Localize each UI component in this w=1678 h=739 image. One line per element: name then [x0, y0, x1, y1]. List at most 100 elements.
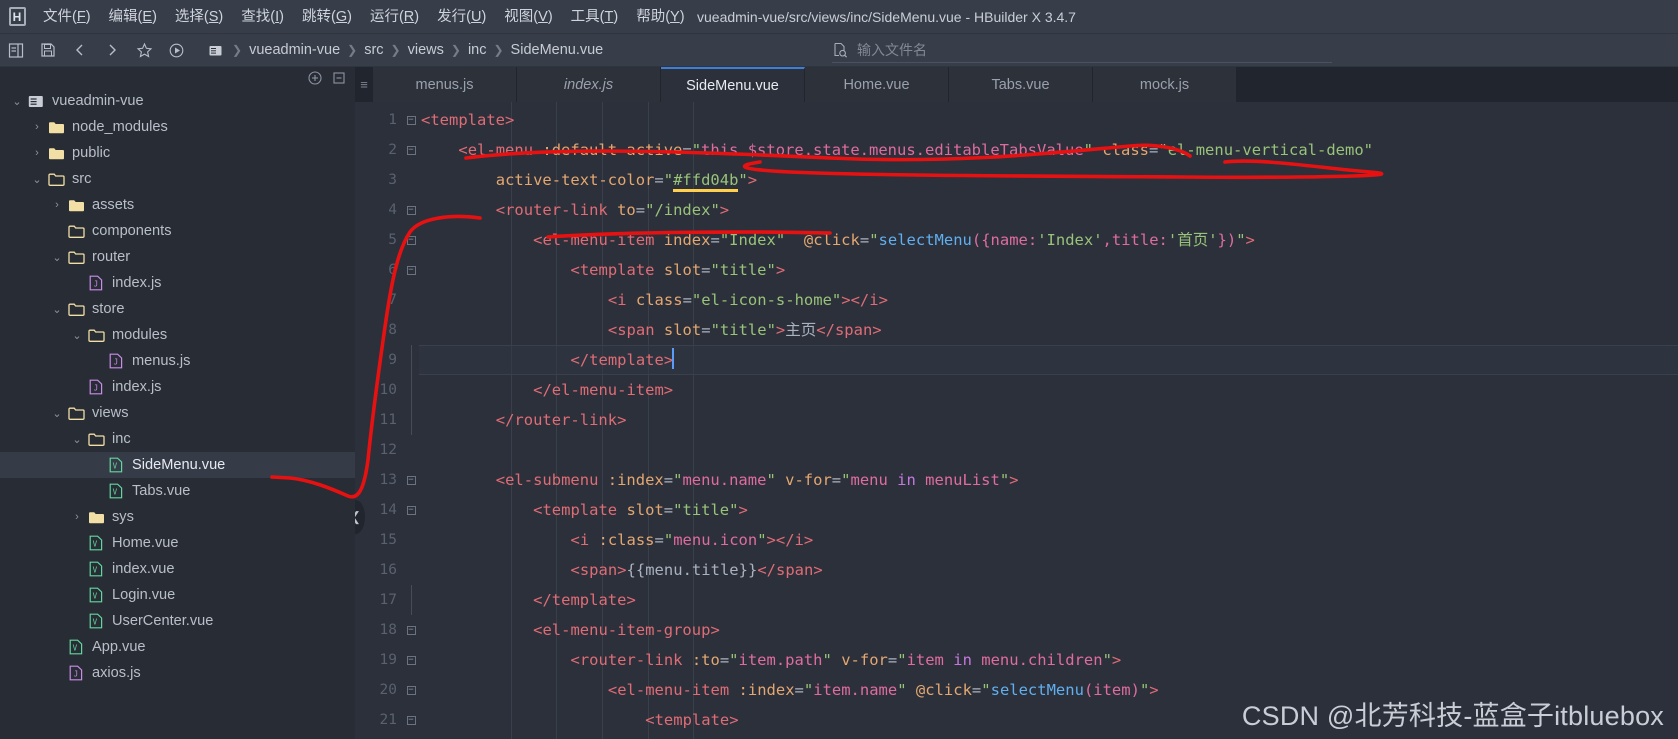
tree-item-index-js[interactable]: Jindex.js — [0, 374, 355, 400]
editor-tab-menus-js[interactable]: menus.js — [373, 67, 517, 102]
save-icon[interactable] — [32, 34, 64, 67]
code-line[interactable]: <template> — [419, 105, 1678, 135]
tree-item-axios-js[interactable]: Jaxios.js — [0, 660, 355, 686]
vue-file-icon: V — [106, 457, 126, 473]
code-line[interactable]: <el-menu-item-group> — [419, 615, 1678, 645]
code-line[interactable]: </el-menu-item> — [419, 375, 1678, 405]
chevron-down-icon[interactable]: ⌄ — [68, 433, 86, 446]
fold-marker[interactable]: − — [403, 255, 419, 285]
tree-item-public[interactable]: › public — [0, 140, 355, 166]
chevron-down-icon[interactable]: ⌄ — [8, 95, 26, 108]
code-line[interactable]: </template> — [419, 345, 1678, 375]
tree-item-router[interactable]: ⌄ router — [0, 244, 355, 270]
tree-item-index-vue[interactable]: Vindex.vue — [0, 556, 355, 582]
tree-item-home-vue[interactable]: V Home.vue — [0, 530, 355, 556]
editor-tab-mock-js[interactable]: mock.js — [1093, 67, 1237, 102]
vue-file-icon: V — [106, 483, 126, 499]
fold-marker[interactable]: − — [403, 135, 419, 165]
editor-tab-home-vue[interactable]: Home.vue — [805, 67, 949, 102]
fold-marker[interactable]: − — [403, 465, 419, 495]
code-line[interactable]: <router-link :to="item.path" v-for="item… — [419, 645, 1678, 675]
menu-file[interactable]: 文件(F) — [34, 0, 100, 34]
breadcrumb-item-1[interactable]: src — [364, 42, 383, 58]
chevron-right-icon[interactable]: › — [28, 121, 46, 133]
tree-item-login-vue[interactable]: V Login.vue — [0, 582, 355, 608]
tree-item-tabs-vue[interactable]: V Tabs.vue — [0, 478, 355, 504]
fold-marker[interactable]: − — [403, 615, 419, 645]
menu-tools[interactable]: 工具(T) — [562, 0, 628, 34]
menu-publish[interactable]: 发行(U) — [428, 0, 495, 34]
chevron-down-icon[interactable]: ⌄ — [48, 251, 66, 264]
code-line[interactable]: <span>{{menu.title}}</span> — [419, 555, 1678, 585]
tree-item-vueadmin-vue[interactable]: ⌄ vueadmin-vue — [0, 88, 355, 114]
fold-marker[interactable]: − — [403, 645, 419, 675]
code-line[interactable]: <template slot="title"> — [419, 255, 1678, 285]
chevron-down-icon[interactable]: ⌄ — [28, 173, 46, 186]
tree-item-sidemenu-vue[interactable]: V SideMenu.vue — [0, 452, 355, 478]
code-line[interactable]: <i :class="menu.icon"></i> — [419, 525, 1678, 555]
tree-item-components[interactable]: components — [0, 218, 355, 244]
code-line[interactable]: <el-menu-item index="Index" @click="sele… — [419, 225, 1678, 255]
star-icon[interactable] — [128, 34, 160, 67]
breadcrumb-item-2[interactable]: views — [408, 42, 444, 58]
chevron-down-icon[interactable]: ⌄ — [48, 407, 66, 420]
code-line[interactable] — [419, 435, 1678, 465]
chevron-down-icon[interactable]: ⌄ — [68, 329, 86, 342]
tree-item-sys[interactable]: › sys — [0, 504, 355, 530]
editor-tab-tabs-vue[interactable]: Tabs.vue — [949, 67, 1093, 102]
code-line[interactable]: <template slot="title"> — [419, 495, 1678, 525]
menu-view[interactable]: 视图(V) — [495, 0, 561, 34]
code-text[interactable]: <template> <el-menu :default-active="thi… — [419, 102, 1678, 739]
forward-icon[interactable] — [96, 34, 128, 67]
tab-list-menu-icon[interactable]: ≡ — [355, 67, 373, 102]
menu-help[interactable]: 帮助(Y) — [627, 0, 693, 34]
tree-item-src[interactable]: ⌄ src — [0, 166, 355, 192]
fold-marker[interactable]: − — [403, 495, 419, 525]
run-icon[interactable] — [160, 34, 192, 67]
tree-item-store[interactable]: ⌄ store — [0, 296, 355, 322]
fold-marker[interactable]: − — [403, 195, 419, 225]
chevron-right-icon[interactable]: › — [48, 199, 66, 211]
tree-item-assets[interactable]: › assets — [0, 192, 355, 218]
breadcrumb-item-3[interactable]: inc — [468, 42, 487, 58]
code-line[interactable]: <i class="el-icon-s-home"></i> — [419, 285, 1678, 315]
editor-tab-index-js[interactable]: index.js — [517, 67, 661, 102]
tree-item-modules[interactable]: ⌄ modules — [0, 322, 355, 348]
filename-search-box[interactable]: 输入文件名 — [832, 38, 1332, 63]
code-line[interactable]: <el-submenu :index="menu.name" v-for="me… — [419, 465, 1678, 495]
toggle-sidebar-icon[interactable] — [0, 34, 32, 67]
tree-item-inc[interactable]: ⌄ inc — [0, 426, 355, 452]
tree-item-node-modules[interactable]: › node_modules — [0, 114, 355, 140]
tree-item-label: SideMenu.vue — [132, 457, 226, 473]
code-line[interactable]: </router-link> — [419, 405, 1678, 435]
tree-item-views[interactable]: ⌄ views — [0, 400, 355, 426]
code-line[interactable]: active-text-color="#ffd04b"> — [419, 165, 1678, 195]
back-icon[interactable] — [64, 34, 96, 67]
menu-find[interactable]: 查找(I) — [232, 0, 293, 34]
menu-run[interactable]: 运行(R) — [361, 0, 428, 34]
fold-marker[interactable]: − — [403, 105, 419, 135]
editor-tab-sidemenu-vue[interactable]: SideMenu.vue — [661, 67, 805, 102]
menu-goto[interactable]: 跳转(G) — [293, 0, 361, 34]
menu-edit[interactable]: 编辑(E) — [100, 0, 166, 34]
fold-marker[interactable]: − — [403, 705, 419, 735]
add-icon[interactable] — [308, 70, 322, 85]
code-line[interactable]: <router-link to="/index"> — [419, 195, 1678, 225]
code-line[interactable]: <el-menu :default-active="this.$store.st… — [419, 135, 1678, 165]
fold-marker[interactable]: − — [403, 225, 419, 255]
chevron-right-icon[interactable]: › — [28, 147, 46, 159]
fold-marker[interactable]: − — [403, 675, 419, 705]
menu-select[interactable]: 选择(S) — [166, 0, 232, 34]
breadcrumb-item-0[interactable]: vueadmin-vue — [249, 42, 340, 58]
tree-item-index-js[interactable]: Jindex.js — [0, 270, 355, 296]
code-line[interactable]: <span slot="title">主页</span> — [419, 315, 1678, 345]
collapse-all-icon[interactable] — [333, 71, 347, 85]
chevron-down-icon[interactable]: ⌄ — [48, 303, 66, 316]
code-line[interactable]: <i :class="item.icon"></i> — [419, 735, 1678, 739]
code-line[interactable]: </template> — [419, 585, 1678, 615]
breadcrumb-item-4[interactable]: SideMenu.vue — [511, 42, 604, 58]
chevron-right-icon[interactable]: › — [68, 511, 86, 523]
tree-item-app-vue[interactable]: V App.vue — [0, 634, 355, 660]
tree-item-usercenter-vue[interactable]: V UserCenter.vue — [0, 608, 355, 634]
tree-item-menus-js[interactable]: Jmenus.js — [0, 348, 355, 374]
